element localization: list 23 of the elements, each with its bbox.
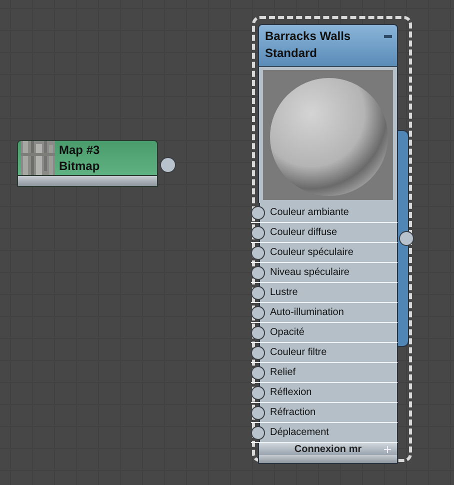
slot-label: Relief bbox=[259, 363, 397, 382]
slot-label: Couleur filtre bbox=[259, 343, 397, 362]
slot-label: Opacité bbox=[259, 323, 397, 342]
slot-label: Auto-illumination bbox=[259, 303, 397, 322]
slot-label: Niveau spéculaire bbox=[259, 263, 397, 282]
slot-label: Déplacement bbox=[259, 423, 397, 442]
input-port[interactable] bbox=[251, 286, 265, 300]
node-type: Bitmap bbox=[59, 158, 100, 174]
input-port[interactable] bbox=[251, 386, 265, 400]
slot-label: Lustre bbox=[259, 283, 397, 302]
slot-label: Couleur diffuse bbox=[259, 223, 397, 242]
footer-bar[interactable]: Connexion mr bbox=[258, 443, 398, 455]
node-header[interactable]: Barracks Walls Standard bbox=[258, 24, 398, 67]
slot-label: Couleur spéculaire bbox=[259, 243, 397, 262]
footer-label: Connexion mr bbox=[294, 444, 362, 454]
node-title: Barracks Walls bbox=[265, 28, 351, 45]
input-port[interactable] bbox=[251, 366, 265, 380]
node-title: Map #3 bbox=[59, 142, 100, 158]
slot-label: Couleur ambiante bbox=[259, 203, 397, 222]
slot-label: Réfraction bbox=[259, 403, 397, 422]
slot-label: Réflexion bbox=[259, 383, 397, 402]
node-type: Standard bbox=[265, 45, 318, 62]
output-port[interactable] bbox=[160, 157, 176, 173]
